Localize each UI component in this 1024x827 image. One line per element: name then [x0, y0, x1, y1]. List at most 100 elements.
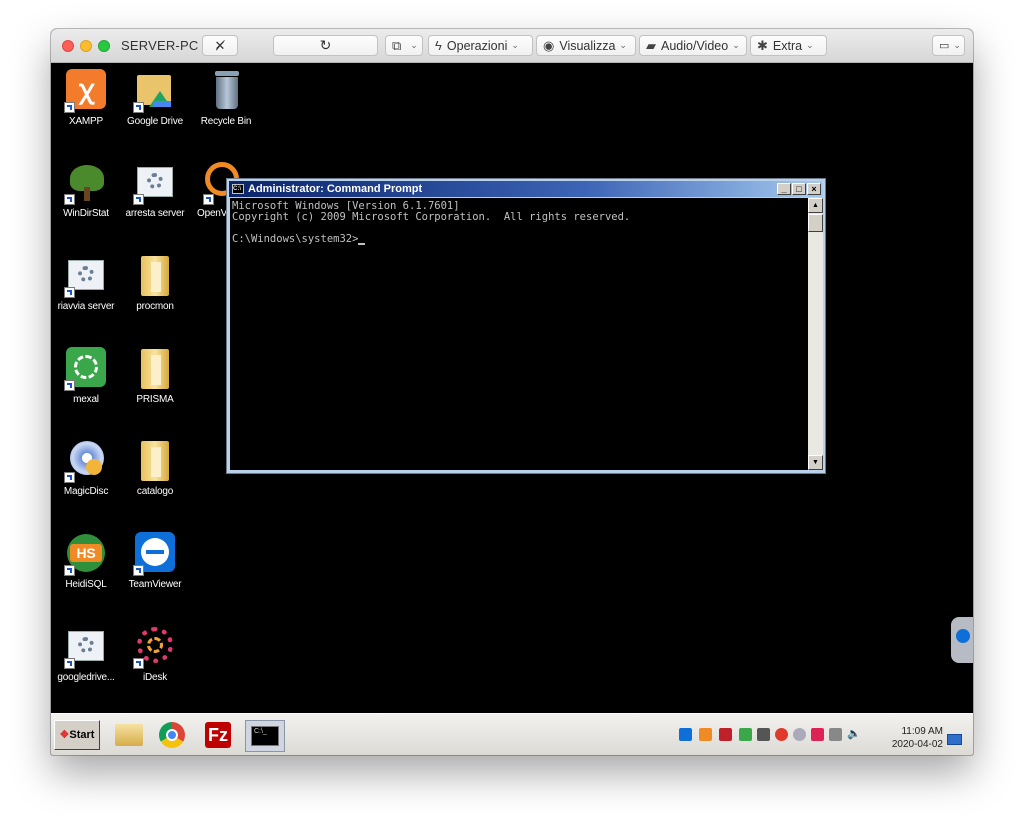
clock-time: 11:09 AM	[901, 726, 943, 737]
display-options-button[interactable]: ▭ ⌄	[932, 35, 965, 56]
chevron-down-icon: ⌄	[511, 40, 519, 50]
tool-tray-icon[interactable]	[757, 728, 770, 741]
desktop-icon-prisma[interactable]: PRISMA	[117, 347, 193, 405]
actions-dropdown-button[interactable]: ⧉ ⌄	[385, 35, 423, 56]
desktop-icon-label: arresta server	[125, 208, 185, 219]
taskbar-explorer[interactable]	[113, 720, 145, 752]
close-session-button[interactable]: ✕̸	[202, 35, 238, 56]
scroll-up-button[interactable]: ▲	[808, 198, 823, 213]
command-prompt-window[interactable]: C:\ Administrator: Command Prompt _ □ × …	[226, 178, 826, 474]
cmd-output-line: Copyright (c) 2009 Microsoft Corporation…	[232, 211, 631, 223]
desktop-icon-label: OpenV	[197, 208, 228, 219]
desktop-icon-catalogo[interactable]: catalogo	[117, 439, 193, 497]
explorer-icon	[115, 724, 143, 746]
show-desktop-icon[interactable]	[947, 734, 962, 745]
taskbar: ❖Start Fz C:\_ 🔈 11:09 AM 2020-04-02	[51, 713, 973, 755]
folder-icon	[133, 439, 177, 483]
desktop-icon-label: riavvia server	[57, 301, 115, 312]
window-copy-icon: ⧉	[392, 37, 402, 53]
flag-tray-icon[interactable]	[811, 728, 824, 741]
desktop-icon-heidisql[interactable]: HS HeidiSQL	[51, 532, 124, 590]
desktop-icon-idesk[interactable]: iDesk	[117, 625, 193, 683]
scroll-down-button[interactable]: ▼	[808, 455, 823, 470]
cmd-maximize-button[interactable]: □	[792, 183, 806, 195]
desktop-icon-riavvia-server[interactable]: riavvia server	[51, 254, 124, 312]
display-tray-icon[interactable]	[829, 728, 842, 741]
desktop-icon-windirstat[interactable]: WinDirStat	[51, 161, 124, 219]
folder-icon	[133, 254, 177, 298]
cmd-close-button[interactable]: ×	[807, 183, 821, 195]
remote-desktop: ꭓ XAMPP Google Drive Recycle Bin WinDirS…	[51, 63, 973, 713]
chevron-down-icon: ⌄	[732, 40, 740, 50]
clock-date: 2020-04-02	[891, 739, 943, 750]
chevron-down-icon: ⌄	[953, 40, 961, 50]
teamviewer-icon	[956, 629, 970, 643]
teamviewer-tray-icon[interactable]	[679, 728, 692, 741]
windows-flag-icon: ❖	[59, 729, 70, 741]
close-window-button[interactable]	[62, 40, 74, 52]
cmd-icon: C:\	[232, 184, 244, 194]
taskbar-chrome[interactable]	[157, 720, 189, 752]
cmd-title-bar[interactable]: C:\ Administrator: Command Prompt _ □ ×	[229, 181, 823, 197]
chevron-down-icon: ⌄	[619, 40, 627, 50]
desktop-icon-mexal[interactable]: mexal	[51, 347, 124, 405]
operazioni-menu[interactable]: ϟ Operazioni ⌄	[428, 35, 533, 56]
taskbar-filezilla[interactable]: Fz	[203, 720, 235, 752]
desktop-icon-label: TeamViewer	[128, 579, 182, 590]
xampp-tray-icon[interactable]	[699, 728, 712, 741]
eye-icon: ◉	[543, 37, 555, 53]
taskbar-command-prompt[interactable]: C:\_	[245, 720, 285, 752]
cmd-scrollbar[interactable]: ▲ ▼	[808, 198, 823, 470]
magicdisc-icon	[64, 439, 108, 483]
volume-icon[interactable]: 🔈	[847, 728, 861, 741]
teamviewer-icon	[133, 532, 177, 576]
desktop-icon-label: MagicDisc	[63, 486, 109, 497]
desktop-icon-magicdisc[interactable]: MagicDisc	[51, 439, 124, 497]
desktop-icon-xampp[interactable]: ꭓ XAMPP	[51, 69, 124, 127]
tools-icon: ✱	[757, 37, 768, 53]
recycle-bin-icon	[204, 69, 248, 113]
desktop-icon-openvpn[interactable]: OpenV	[188, 161, 239, 219]
desktop-icon-label: WinDirStat	[63, 208, 109, 219]
lightning-icon: ϟ	[435, 38, 442, 53]
audio-video-menu[interactable]: ▰ Audio/Video ⌄	[639, 35, 747, 56]
mexal-icon	[64, 347, 108, 391]
visualizza-menu[interactable]: ◉ Visualizza ⌄	[536, 35, 636, 56]
desktop-icon-recycle-bin[interactable]: Recycle Bin	[188, 69, 264, 127]
desktop-icon-label: Recycle Bin	[200, 116, 252, 127]
system-clock[interactable]: 11:09 AM 2020-04-02	[892, 725, 943, 751]
extra-menu[interactable]: ✱ Extra ⌄	[750, 35, 827, 56]
remote-desktop-window: SERVER-PC ✕̸ ↻ ⧉ ⌄ ϟ Operazioni ⌄ ◉ Visua…	[51, 29, 973, 755]
visualizza-label: Visualizza	[559, 38, 616, 53]
minimize-window-button[interactable]	[80, 40, 92, 52]
desktop-icon-arresta-server[interactable]: arresta server	[117, 161, 193, 219]
heidisql-icon: HS	[64, 532, 108, 576]
desktop-icon-label: Google Drive	[127, 116, 183, 127]
settings-shortcut-icon	[64, 254, 108, 298]
settings-shortcut-icon	[64, 625, 108, 669]
desktop-icon-teamviewer[interactable]: TeamViewer	[117, 532, 193, 590]
refresh-icon: ↻	[319, 37, 332, 53]
zoom-window-button[interactable]	[98, 40, 110, 52]
refresh-button[interactable]: ↻	[273, 35, 378, 56]
desktop-icon-label: PRISMA	[136, 394, 174, 405]
teamviewer-side-panel-tab[interactable]	[951, 617, 973, 663]
desktop-icon-label: XAMPP	[68, 116, 103, 127]
start-label: Start	[69, 729, 95, 741]
antivirus-tray-icon[interactable]	[775, 728, 788, 741]
cmd-minimize-button[interactable]: _	[777, 183, 791, 195]
cmd-console[interactable]: Microsoft Windows [Version 6.1.7601] Cop…	[230, 198, 808, 470]
start-button[interactable]: ❖Start	[54, 720, 100, 750]
scroll-thumb[interactable]	[808, 214, 823, 232]
chevron-down-icon: ⌄	[806, 40, 814, 50]
desktop-icon-label: mexal	[73, 394, 99, 405]
cmd-title-text: Administrator: Command Prompt	[248, 183, 423, 195]
help-tray-icon[interactable]	[719, 728, 732, 741]
desktop-icon-procmon[interactable]: procmon	[117, 254, 193, 312]
dropbox-tray-icon[interactable]	[793, 728, 806, 741]
desktop-icon-google-drive[interactable]: Google Drive	[117, 69, 193, 127]
desktop-icon-googledrive-script[interactable]: googledrive...	[51, 625, 124, 683]
window-toolbar: SERVER-PC ✕̸ ↻ ⧉ ⌄ ϟ Operazioni ⌄ ◉ Visua…	[51, 29, 973, 63]
cmd-prompt: C:\Windows\system32>	[232, 233, 359, 245]
network-tray-icon[interactable]	[739, 728, 752, 741]
